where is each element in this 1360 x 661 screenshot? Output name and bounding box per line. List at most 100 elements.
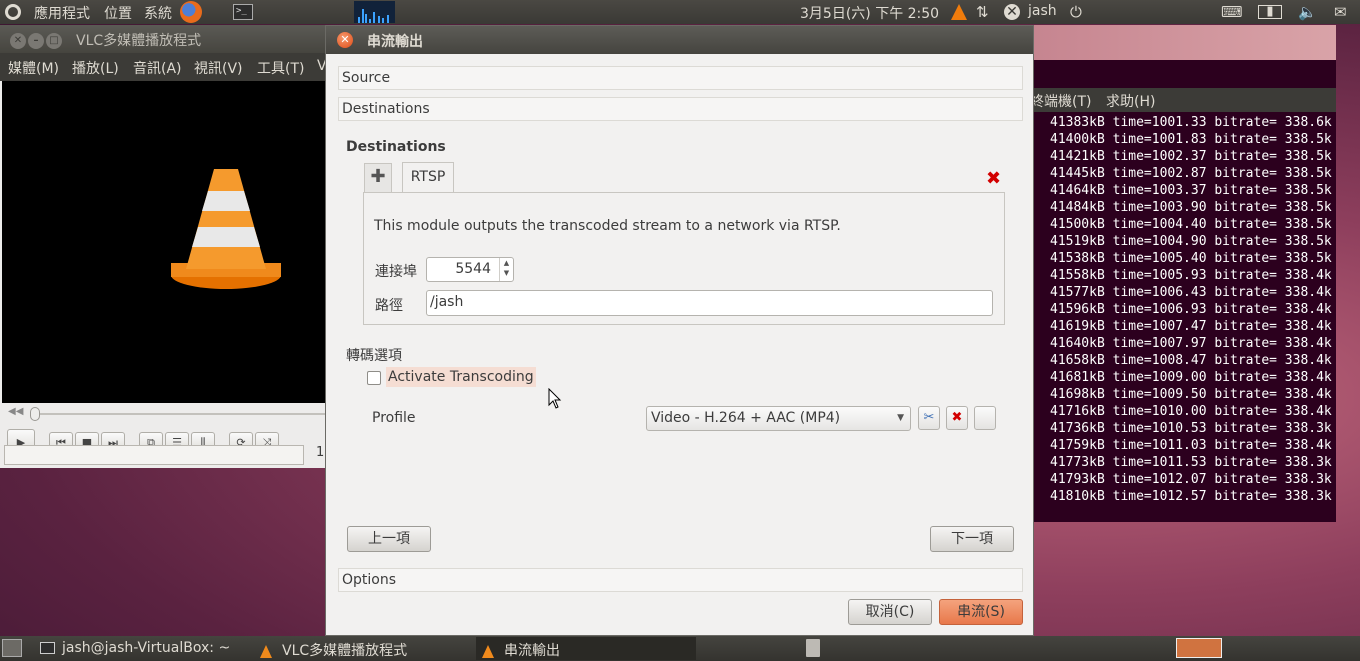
profile-select[interactable]: Video - H.264 + AAC (MP4) ▼ xyxy=(646,406,911,431)
vlc-tray-icon[interactable] xyxy=(951,4,967,20)
terminal-menu-help[interactable]: 求助(H) xyxy=(1106,91,1155,111)
stream-button[interactable]: 串流(S) xyxy=(939,599,1023,625)
path-input[interactable]: /jash xyxy=(426,290,993,316)
taskbar-item-label: VLC多媒體播放程式 xyxy=(282,643,408,659)
path-label: 路徑 xyxy=(375,298,403,314)
profile-label: Profile xyxy=(372,410,416,426)
volume-icon[interactable]: 🔈 xyxy=(1298,3,1317,21)
delete-profile-button[interactable]: ✖ xyxy=(946,406,968,430)
source-section-header[interactable]: Source xyxy=(338,66,1023,90)
chevron-down-icon: ▼ xyxy=(897,413,904,423)
options-section-header[interactable]: Options xyxy=(338,568,1023,592)
firefox-icon[interactable] xyxy=(180,1,202,23)
taskbar-item-label: jash@jash-VirtualBox: ~ xyxy=(62,640,231,656)
previous-step-button[interactable]: 上一項 xyxy=(347,526,431,552)
terminal-line: 41793kB time=1012.07 bitrate= 338.3k xyxy=(1050,472,1332,487)
vlc-maximize-icon[interactable]: □ xyxy=(46,33,62,49)
taskbar-item-stream-output[interactable]: 串流輸出 xyxy=(476,637,696,660)
cancel-button[interactable]: 取消(C) xyxy=(848,599,932,625)
terminal-small-icon xyxy=(40,642,55,654)
terminal-menubar: 終端機(T) 求助(H) xyxy=(1030,88,1336,112)
profile-selected-value: Video - H.264 + AAC (MP4) xyxy=(651,410,841,426)
battery-icon[interactable]: ▮ xyxy=(1258,5,1282,19)
terminal-line: 41736kB time=1010.53 bitrate= 338.3k xyxy=(1050,421,1332,436)
vlc-menu-playback[interactable]: 播放(L) xyxy=(72,58,119,78)
dialog-title: 串流輸出 xyxy=(367,34,423,50)
vlc-small-icon xyxy=(260,644,272,658)
terminal-line: 41519kB time=1004.90 bitrate= 338.5k xyxy=(1050,234,1332,249)
terminal-launcher-icon[interactable]: >_ xyxy=(233,4,253,20)
port-spinbox[interactable]: 5544 ▲ ▼ xyxy=(426,257,514,282)
terminal-line: 41716kB time=1010.00 bitrate= 338.4k xyxy=(1050,404,1332,419)
taskbar-item-terminal[interactable]: jash@jash-VirtualBox: ~ xyxy=(40,637,252,660)
remove-destination-icon[interactable]: ✖ xyxy=(986,168,1001,189)
places-menu[interactable]: 位置 xyxy=(104,3,132,23)
delete-icon: ✖ xyxy=(951,410,963,425)
terminal-line: 41538kB time=1005.40 bitrate= 338.5k xyxy=(1050,251,1332,266)
vlc-menu-media[interactable]: 媒體(M) xyxy=(8,58,59,78)
terminal-line: 41619kB time=1007.47 bitrate= 338.4k xyxy=(1050,319,1332,334)
network-icon[interactable]: ⇅ xyxy=(976,3,989,21)
terminal-line: 41773kB time=1011.53 bitrate= 338.3k xyxy=(1050,455,1332,470)
next-step-button[interactable]: 下一項 xyxy=(930,526,1014,552)
tab-rtsp[interactable]: RTSP xyxy=(402,162,454,193)
terminal-line: 41577kB time=1006.43 bitrate= 338.4k xyxy=(1050,285,1332,300)
terminal-line: 41759kB time=1011.03 bitrate= 338.4k xyxy=(1050,438,1332,453)
terminal-line: 41658kB time=1008.47 bitrate= 338.4k xyxy=(1050,353,1332,368)
new-profile-button[interactable] xyxy=(974,406,996,430)
workspace-switcher[interactable] xyxy=(1176,638,1222,658)
power-icon[interactable]: ⏻ xyxy=(1070,3,1082,21)
vlc-cone-logo xyxy=(171,169,281,289)
terminal-line: 41464kB time=1003.37 bitrate= 338.5k xyxy=(1050,183,1332,198)
vlc-video-area[interactable] xyxy=(2,81,336,403)
top-panel: 應用程式 位置 系統 >_ 3月5日(六) 下午 2:50 ⇅ ✕ jash ⏻… xyxy=(0,0,1360,24)
desktop-strip xyxy=(1034,25,1336,60)
rtsp-tab-panel: This module outputs the transcoded strea… xyxy=(363,192,1005,325)
system-menu[interactable]: 系統 xyxy=(144,3,172,23)
taskbar-item-label: 串流輸出 xyxy=(504,643,560,659)
vlc-menubar: 媒體(M) 播放(L) 音訊(A) 視訊(V) 工具(T) V xyxy=(0,53,336,81)
plus-icon: ✚ xyxy=(370,166,386,187)
vlc-small-icon xyxy=(482,644,494,658)
transcode-options-heading: 轉碼選項 xyxy=(346,348,402,364)
edit-profile-button[interactable]: ✂ xyxy=(918,406,940,430)
mail-icon[interactable]: ✉ xyxy=(1334,3,1347,21)
vlc-titlebar[interactable]: ✕ – □ VLC多媒體播放程式 xyxy=(0,25,336,53)
clock[interactable]: 3月5日(六) 下午 2:50 xyxy=(800,3,939,23)
terminal-line: 41698kB time=1009.50 bitrate= 338.4k xyxy=(1050,387,1332,402)
module-description: This module outputs the transcoded strea… xyxy=(374,218,841,234)
port-value[interactable]: 5544 xyxy=(427,261,491,277)
trash-icon[interactable] xyxy=(806,639,820,657)
terminal-menu-terminal[interactable]: 終端機(T) xyxy=(1030,91,1091,111)
terminal-line: 41596kB time=1006.93 bitrate= 338.4k xyxy=(1050,302,1332,317)
terminal-line: 41421kB time=1002.37 bitrate= 338.5k xyxy=(1050,149,1332,164)
add-destination-tab[interactable]: ✚ xyxy=(364,163,392,192)
bottom-panel: jash@jash-VirtualBox: ~ VLC多媒體播放程式 串流輸出 xyxy=(0,636,1360,661)
terminal-line: 41383kB time=1001.33 bitrate= 338.6k xyxy=(1050,115,1332,130)
vlc-menu-video[interactable]: 視訊(V) xyxy=(194,58,243,78)
dialog-close-icon[interactable]: ✕ xyxy=(337,32,353,48)
activate-transcoding-label[interactable]: Activate Transcoding xyxy=(386,367,536,387)
vlc-menu-audio[interactable]: 音訊(A) xyxy=(133,58,182,78)
stream-output-dialog: ✕ 串流輸出 Source Destinations Destinations … xyxy=(325,25,1034,636)
dialog-titlebar[interactable]: ✕ 串流輸出 xyxy=(326,26,1033,54)
keyboard-icon[interactable]: ⌨ xyxy=(1221,3,1243,21)
system-monitor-icon[interactable] xyxy=(354,1,395,23)
taskbar-item-vlc[interactable]: VLC多媒體播放程式 xyxy=(260,637,470,660)
vlc-menu-tools[interactable]: 工具(T) xyxy=(257,58,304,78)
destinations-heading: Destinations xyxy=(346,139,446,155)
user-status-icon[interactable]: ✕ xyxy=(1004,4,1020,20)
show-desktop-icon[interactable] xyxy=(2,639,22,657)
applications-menu[interactable]: 應用程式 xyxy=(34,3,90,23)
terminal-line: 41558kB time=1005.93 bitrate= 338.4k xyxy=(1050,268,1332,283)
terminal-line: 41484kB time=1003.90 bitrate= 338.5k xyxy=(1050,200,1332,215)
vlc-close-icon[interactable]: ✕ xyxy=(10,33,26,49)
vlc-minimize-icon[interactable]: – xyxy=(28,33,44,49)
destinations-section-header[interactable]: Destinations xyxy=(338,97,1023,121)
vlc-status-field xyxy=(4,445,304,465)
ubuntu-logo-icon[interactable] xyxy=(5,4,21,20)
activate-transcoding-checkbox[interactable] xyxy=(367,371,381,385)
user-name[interactable]: jash xyxy=(1028,3,1057,19)
vlc-window: ✕ – □ VLC多媒體播放程式 媒體(M) 播放(L) 音訊(A) 視訊(V) 工… xyxy=(0,25,336,468)
port-spin-arrows-icon[interactable]: ▲ ▼ xyxy=(499,258,513,281)
